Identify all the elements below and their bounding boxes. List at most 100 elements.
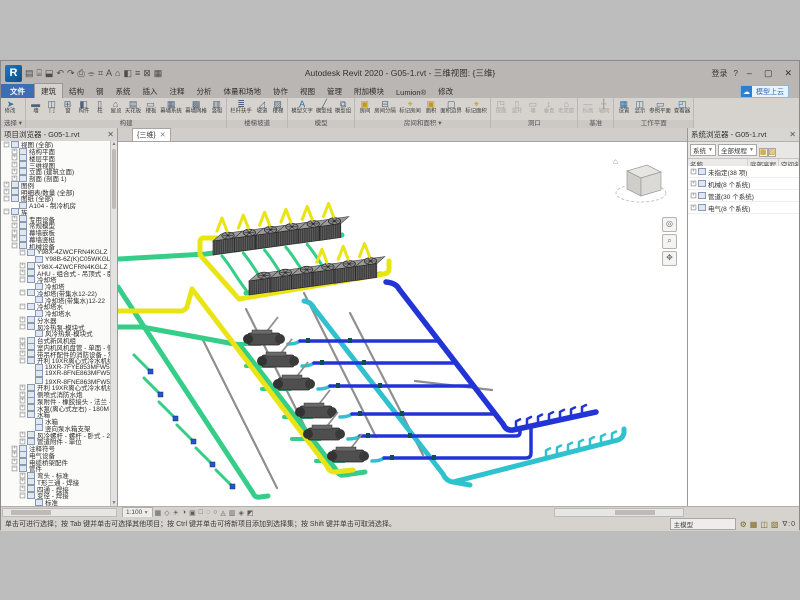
ribbon-tab-协作[interactable]: 协作 — [267, 84, 294, 98]
filter-button[interactable]: ∇: 0 — [782, 520, 795, 528]
open-icon[interactable]: ⌸ — [37, 68, 42, 79]
expand-icon[interactable]: + — [691, 169, 697, 175]
expand-icon[interactable]: + — [4, 189, 10, 195]
expand-icon[interactable]: − — [20, 412, 26, 418]
expand-icon[interactable]: + — [20, 479, 26, 485]
tree-item[interactable]: +电缆桥架配件 — [1, 458, 111, 465]
ribbon-button-面积边界[interactable]: ▢面积边界 — [439, 99, 463, 115]
ribbon-button-垂直[interactable]: ↕垂直 — [541, 99, 556, 115]
tree-item[interactable]: +专用设备 — [1, 215, 111, 222]
expand-icon[interactable]: + — [20, 439, 26, 445]
ribbon-button-天花板[interactable]: ▤天花板 — [124, 99, 142, 115]
system-row[interactable]: +未指定(38 项) — [688, 166, 799, 178]
ribbon-button-标记房间[interactable]: ⌖标记房间 — [398, 99, 422, 115]
shadows-icon[interactable]: ◑ — [182, 509, 186, 517]
expand-icon[interactable]: − — [20, 358, 26, 364]
tree-item[interactable]: +楼层平面 — [1, 155, 111, 162]
tree-item[interactable]: +结构平面 — [1, 148, 111, 155]
expand-icon[interactable]: + — [4, 182, 10, 188]
expand-icon[interactable]: + — [20, 472, 26, 478]
tree-item[interactable]: +幕墙竖梃 — [1, 236, 111, 243]
ribbon-button-柱[interactable]: ▯柱 — [92, 99, 107, 115]
ribbon-button-标记面积[interactable]: ⌖标记面积 — [464, 99, 488, 115]
ribbon-tab-注释[interactable]: 注释 — [164, 84, 191, 98]
minimize-button[interactable]: ‒ — [744, 68, 755, 78]
ribbon-button-模型组[interactable]: ⧉模型组 — [334, 99, 352, 115]
expand-icon[interactable]: + — [12, 175, 18, 181]
switch-windows-icon[interactable]: ▦ — [154, 68, 163, 79]
ribbon-button-屋顶[interactable]: ⌂屋顶 — [108, 99, 123, 115]
cloud-upload-button[interactable]: ☁ 模型上云 — [740, 85, 789, 98]
discipline-dropdown[interactable]: 全部规程▼ — [718, 144, 757, 156]
ribbon-button-参照平面[interactable]: ▭参照平面 — [648, 99, 672, 115]
reveal-hidden-icon[interactable]: ○ — [213, 509, 217, 517]
ribbon-button-房间分隔[interactable]: ⊟房间分隔 — [373, 99, 397, 115]
view-by-dropdown[interactable]: 系统▼ — [690, 144, 716, 156]
expand-icon[interactable]: + — [12, 169, 18, 175]
measure-icon[interactable]: ⌯ — [88, 68, 95, 79]
expand-icon[interactable]: + — [12, 229, 18, 235]
zoom-icon[interactable]: ⌕ — [662, 234, 677, 249]
ribbon-button-构件[interactable]: ◧构件 — [76, 99, 91, 115]
thin-lines-icon[interactable]: ≡ — [135, 68, 140, 78]
expand-icon[interactable]: + — [12, 162, 18, 168]
sun-path-icon[interactable]: ☀ — [173, 509, 179, 517]
expand-icon[interactable]: + — [12, 216, 18, 222]
ribbon-tab-钢[interactable]: 钢 — [90, 84, 110, 98]
expand-icon[interactable]: − — [4, 209, 10, 215]
expand-icon[interactable]: + — [20, 270, 26, 276]
pan-icon[interactable]: ✥ — [662, 251, 677, 266]
revit-logo[interactable]: R — [5, 65, 22, 82]
expand-icon[interactable]: − — [4, 142, 10, 148]
expand-icon[interactable]: − — [20, 493, 26, 499]
ribbon-tab-结构[interactable]: 结构 — [63, 84, 90, 98]
ribbon-tab-管理[interactable]: 管理 — [321, 84, 348, 98]
view-tab-3d[interactable]: {三维} ✕ — [132, 128, 171, 141]
view-cube[interactable]: ⌂ — [611, 155, 671, 211]
expand-icon[interactable]: + — [20, 385, 26, 391]
ribbon-button-墙[interactable]: ▬墙 — [28, 99, 43, 115]
expand-icon[interactable]: + — [12, 236, 18, 242]
expand-icon[interactable]: + — [12, 155, 18, 161]
expand-icon[interactable]: + — [20, 405, 26, 411]
undo-icon[interactable]: ↶ — [56, 68, 64, 79]
expand-icon[interactable]: + — [20, 263, 26, 269]
ribbon-tab-Lumion®[interactable]: Lumion® — [390, 86, 432, 98]
ribbon-button-墙[interactable]: ▭墙 — [525, 99, 540, 115]
ribbon-button-按面[interactable]: ◳按面 — [493, 99, 508, 115]
ribbon-button-显示[interactable]: ◫显示 — [632, 99, 647, 115]
ribbon-button-房间[interactable]: ▣房间 — [357, 99, 372, 115]
analytical-model-icon[interactable]: ◬ — [220, 509, 225, 517]
3d-view-icon[interactable]: ⌂ — [115, 68, 120, 78]
ribbon-button-标高[interactable]: ―标高 — [580, 99, 595, 115]
ribbon-tab-文件[interactable]: 文件 — [1, 84, 34, 98]
ribbon-button-幕墙网格[interactable]: ▩幕墙网格 — [184, 99, 208, 115]
expand-icon[interactable]: − — [20, 290, 26, 296]
save-icon[interactable]: ⬓ — [45, 68, 54, 79]
close-button[interactable]: ✕ — [781, 68, 795, 79]
ribbon-button-模型线[interactable]: ╱模型线 — [315, 99, 333, 115]
print-icon[interactable]: ⎙ — [78, 68, 85, 79]
ribbon-button-竖梃[interactable]: ▥竖梃 — [209, 99, 224, 115]
section-icon[interactable]: ◧ — [123, 68, 132, 79]
expand-icon[interactable]: + — [12, 452, 18, 458]
tree-item[interactable]: −视图 (全部) — [1, 141, 111, 148]
ribbon-tab-附加模块[interactable]: 附加模块 — [348, 84, 390, 98]
expand-icon[interactable]: − — [20, 324, 26, 330]
autofit-columns-icon[interactable]: ▦ — [759, 148, 768, 157]
sign-in-button[interactable]: 登录 — [711, 68, 727, 79]
column-settings-icon[interactable]: ▨ — [768, 148, 777, 157]
model-viewport[interactable]: ⌂ ◎ ⌕ ✥ — [118, 141, 687, 506]
expand-icon[interactable]: + — [12, 148, 18, 154]
expand-icon[interactable]: + — [20, 351, 26, 357]
ribbon-button-楼板[interactable]: ▭楼板 — [143, 99, 158, 115]
ribbon-tab-系统[interactable]: 系统 — [110, 84, 137, 98]
expand-icon[interactable]: − — [12, 466, 18, 472]
ribbon-button-楼梯[interactable]: ▨楼梯 — [270, 99, 285, 115]
ribbon-button-设置[interactable]: ▦设置 — [616, 99, 631, 115]
maximize-button[interactable]: ▢ — [761, 68, 776, 79]
tree-item[interactable]: +常规模型 — [1, 222, 111, 229]
crop-view-icon[interactable]: ▣ — [189, 509, 196, 517]
expand-icon[interactable]: + — [691, 205, 697, 211]
show-crop-icon[interactable]: □ — [199, 509, 203, 517]
